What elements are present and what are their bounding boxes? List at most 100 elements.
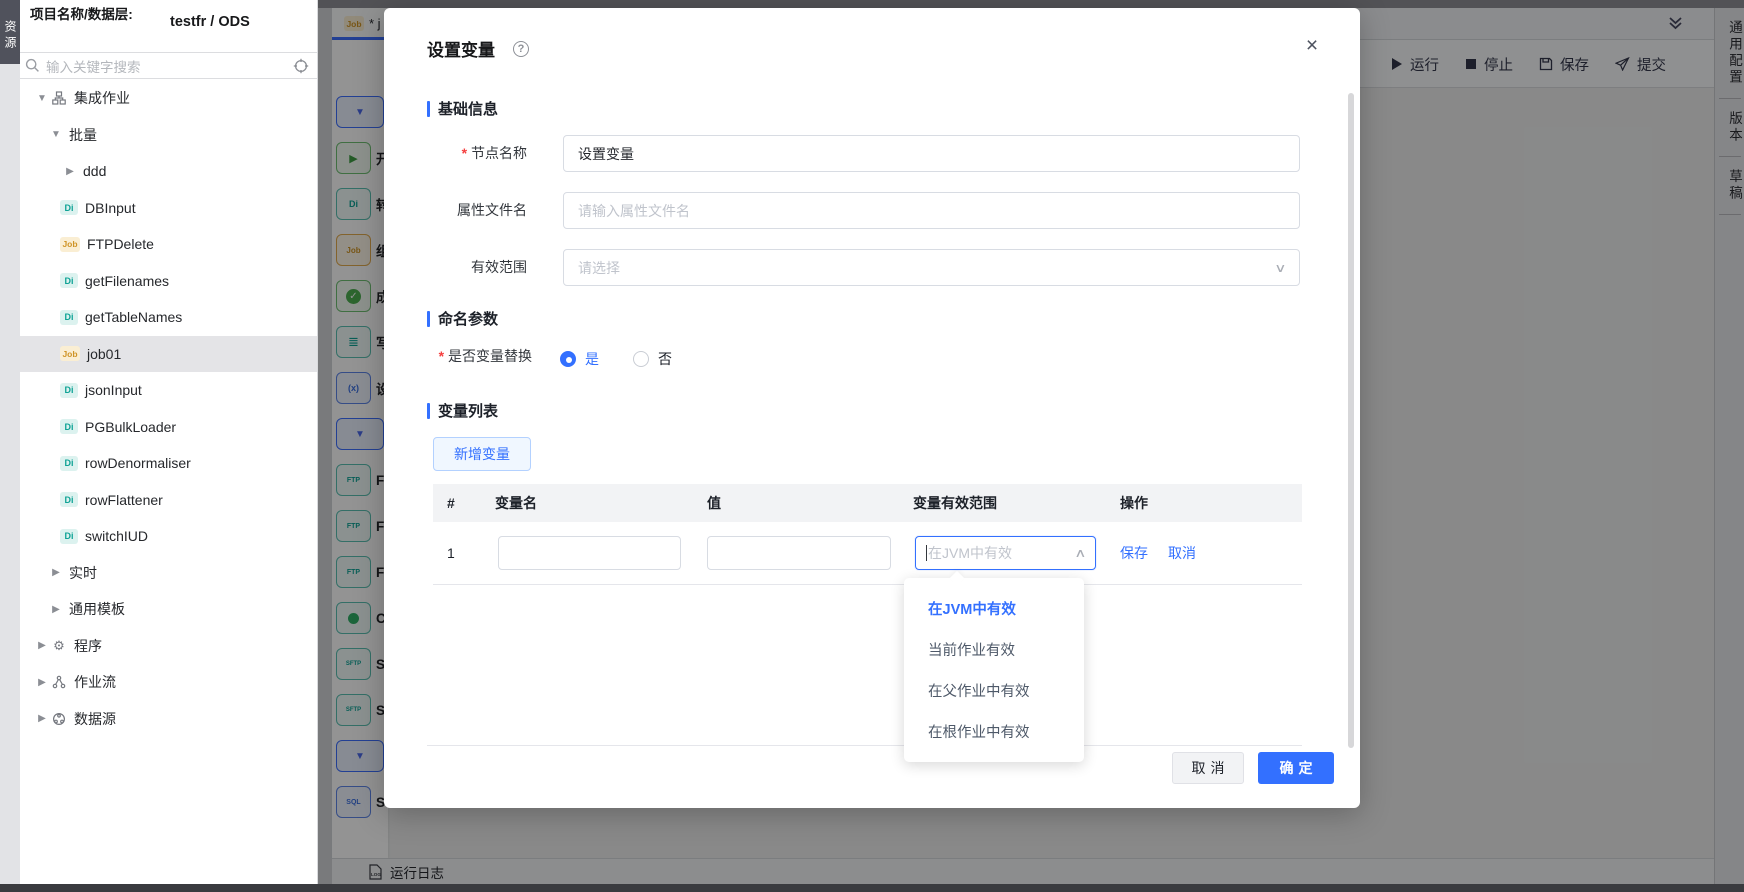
tree-item-label: 作业流 <box>74 672 116 692</box>
tree-item-label: jsonInput <box>85 382 142 398</box>
di-type-badge: Di <box>60 383 78 398</box>
table-header-3: 值 <box>690 493 900 513</box>
tree-item-label: 通用模板 <box>69 599 125 619</box>
row-scope-placeholder: 在JVM中有效 <box>928 543 1012 563</box>
dropdown-option[interactable]: 在根作业中有效 <box>904 711 1084 752</box>
tree-item-label: switchIUD <box>85 528 148 544</box>
gear-icon: ⚙ <box>51 638 67 654</box>
tree-item-数据源[interactable]: ▶数据源 <box>20 701 317 738</box>
row-save-link[interactable]: 保存 <box>1120 543 1148 563</box>
tree-item-job01[interactable]: Jobjob01 <box>20 336 317 373</box>
section-basic-title: 基础信息 <box>438 98 498 119</box>
section-basic-info: 基础信息 <box>427 98 498 119</box>
tree-item-label: ddd <box>83 163 106 179</box>
close-icon[interactable]: × <box>1298 32 1326 60</box>
modal-scrollbar-thumb[interactable] <box>1348 93 1354 748</box>
node-name-label: 节点名称 <box>395 135 527 172</box>
resources-tab[interactable]: 资源 <box>0 0 20 64</box>
radio-yes[interactable] <box>560 351 576 367</box>
row-cancel-link[interactable]: 取消 <box>1168 543 1196 563</box>
table-header-4: 变量有效范围 <box>900 493 1105 513</box>
prop-file-input[interactable]: 请输入属性文件名 <box>563 192 1300 229</box>
resource-tree: ▼集成作业▼批量▶dddDiDBInputJobFTPDeleteDigetFi… <box>20 80 317 737</box>
sidebar: 项目名称/数据层: testfr / ODS 输入关键字搜索 ▼集成作业▼批量▶… <box>20 0 318 884</box>
tree-item-ddd[interactable]: ▶ ddd <box>20 153 317 190</box>
var-replace-radio-group: 是 否 <box>560 344 706 374</box>
prop-file-label: 属性文件名 <box>395 192 527 229</box>
tree-item-label: 程序 <box>74 636 102 656</box>
tree-item-getFilenames[interactable]: DigetFilenames <box>20 263 317 300</box>
dropdown-option[interactable]: 在父作业中有效 <box>904 670 1084 711</box>
tree-item-getTableNames[interactable]: Di getTableNames <box>20 299 317 336</box>
di-type-badge: Di <box>60 419 78 434</box>
variable-value-input[interactable] <box>707 536 891 570</box>
tree-item-jsonInput[interactable]: Di jsonInput <box>20 372 317 409</box>
tree-item-switchIUD[interactable]: DiswitchIUD <box>20 518 317 555</box>
table-header-2: 变量名 <box>465 493 690 513</box>
caret-right-icon[interactable]: ▶ <box>36 713 48 724</box>
modal-ok-button[interactable]: 确定 <box>1258 752 1334 784</box>
footer-divider <box>427 745 1302 746</box>
radio-no-label: 否 <box>658 349 672 369</box>
tree-item-批量[interactable]: ▼ 批量 <box>20 117 317 154</box>
caret-right-icon[interactable]: ▶ <box>50 567 62 578</box>
section-variable-list: 变量列表 <box>427 400 498 421</box>
caret-down-icon[interactable]: ▼ <box>50 129 62 140</box>
tree-item-PGBulkLoader[interactable]: DiPGBulkLoader <box>20 409 317 446</box>
node-name-input[interactable]: 设置变量 <box>563 135 1300 172</box>
tree-item-label: rowFlattener <box>85 492 163 508</box>
radio-yes-label: 是 <box>585 349 599 369</box>
locate-node-icon[interactable] <box>293 58 309 74</box>
tree-item-label: rowDenormaliser <box>85 455 191 471</box>
variable-table-row: 1 在JVM中有效 ∧ 保存 取消 <box>433 522 1302 585</box>
tree-item-label: getTableNames <box>85 309 182 325</box>
scope-placeholder: 请选择 <box>578 258 620 278</box>
add-variable-button[interactable]: 新增变量 <box>433 437 531 471</box>
caret-right-icon[interactable]: ▶ <box>36 640 48 651</box>
tree-item-实时[interactable]: ▶ 实时 <box>20 555 317 592</box>
help-icon[interactable]: ? <box>513 41 529 57</box>
radio-no[interactable] <box>633 351 649 367</box>
tree-item-作业流[interactable]: ▶ 作业流 <box>20 664 317 701</box>
di-type-badge: Di <box>60 310 78 325</box>
tree-item-rowFlattener[interactable]: Di rowFlattener <box>20 482 317 519</box>
section-naming-title: 命名参数 <box>438 308 498 329</box>
sidebar-search[interactable]: 输入关键字搜索 <box>20 52 317 79</box>
chevron-up-icon: ∧ <box>1074 546 1086 560</box>
project-layer-label: 项目名称/数据层: <box>30 6 154 24</box>
tree-item-rowDenormaliser[interactable]: Di rowDenormaliser <box>20 445 317 482</box>
job-type-badge: Job <box>60 237 80 252</box>
caret-right-icon[interactable]: ▶ <box>36 677 48 688</box>
dropdown-option[interactable]: 在JVM中有效 <box>904 588 1084 629</box>
project-layer-value: testfr / ODS <box>170 14 250 30</box>
tree-item-label: 实时 <box>69 563 97 583</box>
prop-file-placeholder: 请输入属性文件名 <box>578 201 690 221</box>
tree-item-FTPDelete[interactable]: Job FTPDelete <box>20 226 317 263</box>
tree-item-label: FTPDelete <box>87 236 154 252</box>
section-accent-bar <box>427 403 430 419</box>
caret-right-icon[interactable]: ▶ <box>64 166 76 177</box>
di-type-badge: Di <box>60 456 78 471</box>
flow-icon <box>51 674 67 690</box>
dropdown-option[interactable]: 当前作业有效 <box>904 629 1084 670</box>
variable-name-input[interactable] <box>498 536 681 570</box>
variable-scope-select[interactable]: 在JVM中有效 ∧ <box>915 536 1096 570</box>
caret-right-icon[interactable]: ▶ <box>50 604 62 615</box>
tree-item-通用模板[interactable]: ▶ 通用模板 <box>20 591 317 628</box>
search-placeholder: 输入关键字搜索 <box>46 56 293 76</box>
modal-cancel-button[interactable]: 取消 <box>1172 752 1244 784</box>
tree-item-DBInput[interactable]: DiDBInput <box>20 190 317 227</box>
tree-item-label: DBInput <box>85 200 136 216</box>
section-variables-title: 变量列表 <box>438 400 498 421</box>
variable-table-header: #变量名值变量有效范围操作 <box>433 484 1302 522</box>
window-bottom-edge <box>0 884 1744 892</box>
tree-item-集成作业[interactable]: ▼集成作业 <box>20 80 317 117</box>
caret-down-icon[interactable]: ▼ <box>36 93 48 104</box>
app-root: Job * j 运行停止保存提交 ▼▶开Di转Job组✓成≣写(x)设▼FTPF… <box>0 0 1744 892</box>
row-index: 1 <box>433 545 465 561</box>
di-type-badge: Di <box>60 492 78 507</box>
scope-select[interactable]: 请选择 ∨ <box>563 249 1300 286</box>
tree-item-程序[interactable]: ▶⚙ 程序 <box>20 628 317 665</box>
sidebar-header: 项目名称/数据层: testfr / ODS <box>20 0 317 52</box>
tree-item-label: 批量 <box>69 125 97 145</box>
